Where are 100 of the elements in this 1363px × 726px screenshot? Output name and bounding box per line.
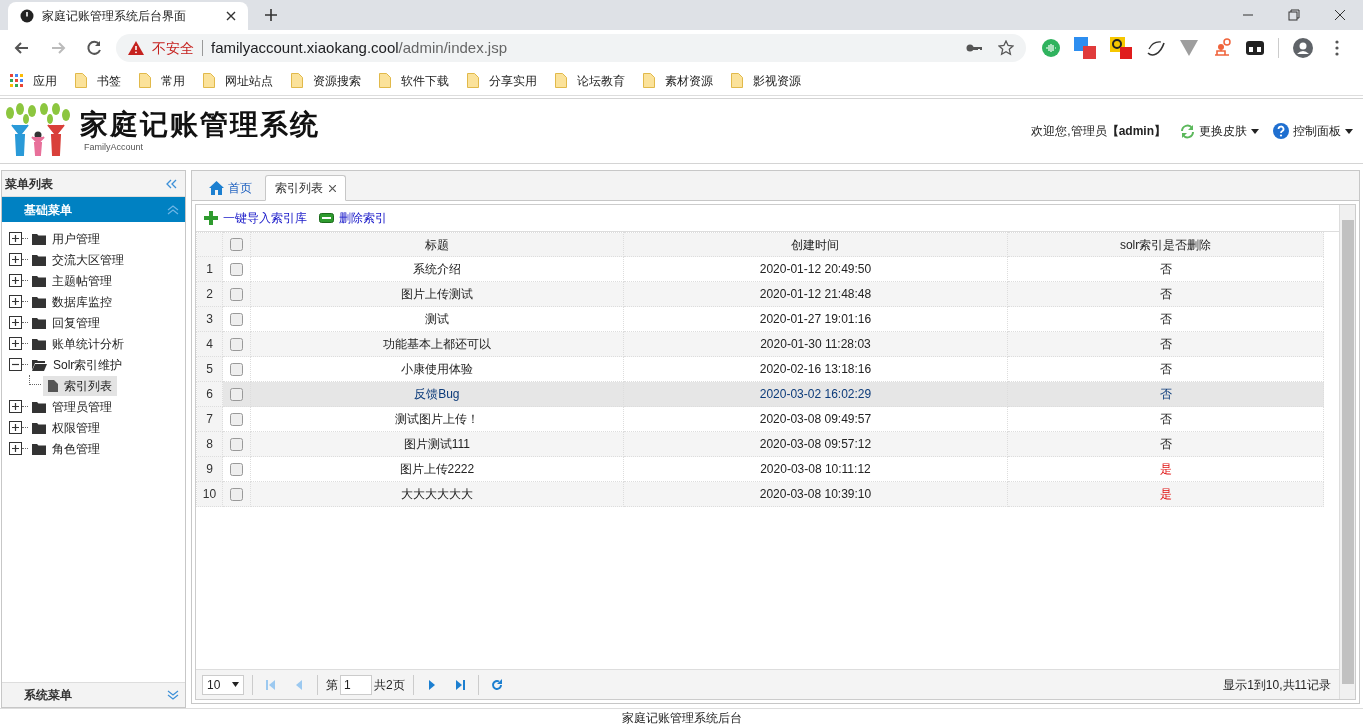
bookmark[interactable]: 资源搜索 [291, 68, 361, 93]
collapse-toggle-icon[interactable] [9, 358, 22, 371]
checkbox[interactable] [230, 262, 243, 276]
table-cell: 图片上传2222 [250, 456, 624, 482]
expand-toggle-icon[interactable] [9, 400, 22, 413]
expand-toggle-icon[interactable] [9, 232, 22, 245]
table-row[interactable]: 7 测试图片上传！ 2020-03-08 09:49:57 否 [196, 406, 1324, 432]
table-row[interactable]: 8 图片测试111 2020-03-08 09:57:12 否 [196, 431, 1324, 457]
tree-item[interactable]: 权限管理 [50, 418, 102, 437]
row-number: 6 [196, 381, 223, 407]
table-row[interactable]: 2 图片上传测试 2020-01-12 21:48:48 否 [196, 281, 1324, 307]
menu-icon[interactable] [1335, 40, 1339, 56]
caret-icon [1251, 128, 1259, 134]
table-row[interactable]: 6 反馈Bug 2020-03-02 16:02:29 否 [196, 381, 1324, 407]
table-row[interactable]: 9 图片上传2222 2020-03-08 10:11:12 是 [196, 456, 1324, 482]
tab[interactable]: 首页 [200, 175, 261, 201]
tree-item[interactable]: 数据库监控 [50, 292, 114, 311]
bookmark[interactable]: 应用 [10, 68, 57, 93]
tree-item[interactable]: 回复管理 [50, 313, 102, 332]
control-panel-menu[interactable]: 控制面板 [1273, 122, 1353, 140]
close-icon[interactable] [329, 184, 336, 192]
folder-icon [32, 316, 46, 329]
open-folder-icon [32, 358, 47, 371]
page-input[interactable]: 1 [340, 674, 372, 695]
page-size-select[interactable]: 10 [202, 674, 244, 695]
collapse-left-icon[interactable] [165, 178, 177, 189]
star-icon[interactable] [998, 40, 1014, 56]
row-number: 3 [196, 306, 223, 332]
tree-item[interactable]: 账单统计分析 [50, 334, 126, 353]
browser-tab[interactable]: 家庭记账管理系统后台界面 [8, 2, 248, 30]
tree-item[interactable]: 主题帖管理 [50, 271, 114, 290]
checkbox[interactable] [230, 387, 243, 401]
table-row[interactable]: 4 功能基本上都还可以 2020-01-30 11:28:03 否 [196, 331, 1324, 357]
glasses-icon[interactable] [1246, 40, 1264, 56]
checkbox[interactable] [230, 312, 243, 326]
bookmark[interactable]: 网址站点 [203, 68, 273, 93]
column-header[interactable]: 创建时间 [623, 232, 1008, 257]
checkbox[interactable] [230, 337, 243, 351]
bookmark[interactable]: 软件下载 [379, 68, 449, 93]
table-cell: 否 [1007, 356, 1324, 382]
key-icon[interactable] [966, 43, 982, 53]
tree-item[interactable]: 索引列表 [43, 375, 117, 396]
table-row[interactable]: 10 大大大大大大 2020-03-08 10:39:10 是 [196, 481, 1324, 507]
checkbox[interactable] [230, 238, 243, 251]
footer-text: 家庭记账管理系统后台 [621, 709, 742, 726]
skin-menu[interactable]: 更换皮肤 [1180, 122, 1259, 140]
accordion-header[interactable]: 基础菜单 [2, 197, 185, 222]
accordion-header[interactable]: 系统菜单 [2, 682, 185, 707]
last-page-icon[interactable] [453, 678, 466, 691]
checkbox[interactable] [230, 362, 243, 376]
tree-item[interactable]: 用户管理 [50, 229, 102, 248]
folder-icon [32, 232, 46, 245]
network-icon[interactable] [1212, 38, 1232, 58]
tree-item[interactable]: Solr索引维护 [51, 355, 125, 374]
table-cell: 图片测试111 [250, 431, 624, 457]
checkbox[interactable] [230, 412, 243, 426]
tab[interactable]: 索引列表 [265, 175, 346, 201]
folder-icon [32, 400, 46, 413]
table-row[interactable]: 1 系统介绍 2020-01-12 20:49:50 否 [196, 256, 1324, 282]
bookmark[interactable]: 影视资源 [731, 68, 801, 93]
tab-title: 家庭记账管理系统后台界面 [42, 8, 187, 25]
tree-item[interactable]: 角色管理 [50, 439, 102, 458]
address-bar[interactable]: 不安全 familyaccount.xiaokang.cool/admin/index.jsp [116, 34, 1026, 62]
checkbox[interactable] [230, 437, 243, 451]
tree-item[interactable]: 交流大区管理 [50, 250, 126, 269]
new-tab-icon[interactable] [264, 8, 278, 22]
bookmark[interactable]: 论坛教育 [555, 68, 625, 93]
tree-item[interactable]: 管理员管理 [50, 397, 114, 416]
table-row[interactable]: 3 测试 2020-01-27 19:01:16 否 [196, 306, 1324, 332]
file-icon [48, 379, 58, 392]
expand-toggle-icon[interactable] [9, 442, 22, 455]
table-cell: 2020-03-08 09:49:57 [623, 406, 1008, 432]
folder-icon [32, 337, 46, 350]
profile-icon[interactable] [1293, 38, 1313, 58]
page-total: 共2页 [374, 676, 405, 694]
bookmark[interactable]: 常用 [139, 68, 185, 93]
folder-icon [203, 73, 215, 88]
checkbox[interactable] [230, 462, 243, 476]
checkbox[interactable] [230, 487, 243, 501]
table-row[interactable]: 5 小康使用体验 2020-02-16 13:18:16 否 [196, 356, 1324, 382]
column-header[interactable]: 标题 [250, 232, 624, 257]
bookmark[interactable]: 书签 [75, 68, 121, 93]
expand-toggle-icon[interactable] [9, 316, 22, 329]
bookmark[interactable]: 分享实用 [467, 68, 537, 93]
expand-toggle-icon[interactable] [9, 421, 22, 434]
table-cell: 2020-01-27 19:01:16 [623, 306, 1008, 332]
toolbar-button[interactable]: 一键导入索引库 [204, 209, 307, 227]
expand-toggle-icon[interactable] [9, 295, 22, 308]
folder-icon [32, 274, 46, 287]
expand-toggle-icon[interactable] [9, 337, 22, 350]
chevron-down-icon [167, 690, 179, 700]
column-header[interactable]: solr索引是否删除 [1007, 232, 1324, 257]
table-cell: 功能基本上都还可以 [250, 331, 624, 357]
checkbox[interactable] [230, 287, 243, 301]
toolbar-button[interactable]: 删除索引 [319, 209, 387, 227]
close-icon[interactable] [226, 11, 236, 21]
expand-toggle-icon[interactable] [9, 274, 22, 287]
expand-toggle-icon[interactable] [9, 253, 22, 266]
bookmark[interactable]: 素材资源 [643, 68, 713, 93]
refresh-icon[interactable] [490, 678, 503, 691]
